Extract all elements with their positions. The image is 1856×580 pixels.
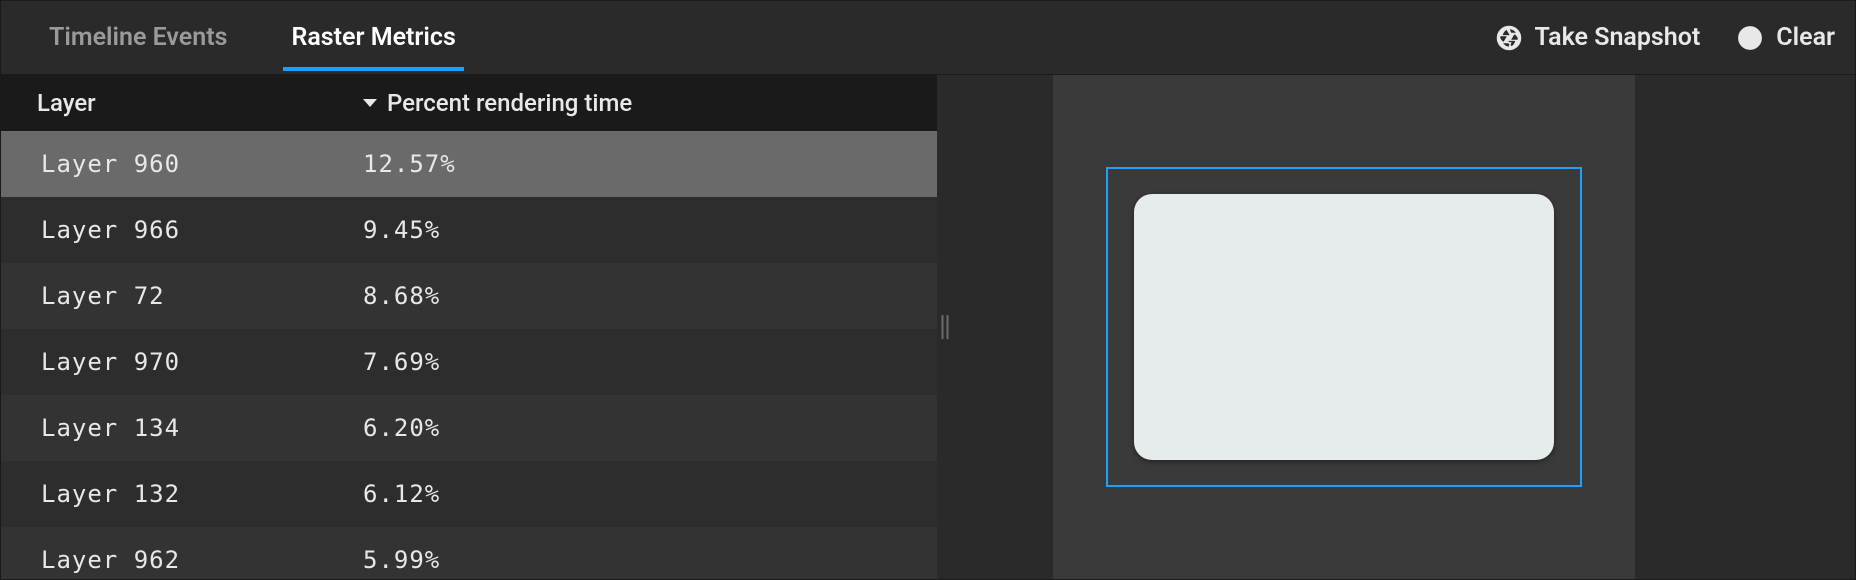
layer-outline: [1106, 167, 1582, 487]
cell-layer: Layer 962: [41, 546, 363, 574]
cell-percent: 5.99%: [363, 546, 440, 574]
table-row[interactable]: Layer 9625.99%: [1, 527, 937, 579]
layer-table-pane: Layer Percent rendering time Layer 96012…: [1, 75, 937, 579]
cell-layer: Layer 970: [41, 348, 363, 376]
take-snapshot-label: Take Snapshot: [1535, 23, 1701, 52]
table-header-row: Layer Percent rendering time: [1, 75, 937, 131]
camera-aperture-icon: [1495, 24, 1523, 52]
take-snapshot-button[interactable]: Take Snapshot: [1495, 23, 1701, 52]
tab-timeline-events[interactable]: Timeline Events: [41, 5, 235, 70]
cell-percent: 12.57%: [363, 150, 456, 178]
table-row[interactable]: Layer 728.68%: [1, 263, 937, 329]
cell-layer: Layer 966: [41, 216, 363, 244]
preview-canvas[interactable]: [1053, 75, 1635, 579]
pane-splitter[interactable]: [937, 75, 953, 579]
column-header-percent[interactable]: Percent rendering time: [363, 89, 632, 117]
table-row[interactable]: Layer 96012.57%: [1, 131, 937, 197]
column-header-percent-label: Percent rendering time: [387, 89, 632, 117]
cell-layer: Layer 132: [41, 480, 363, 508]
cell-percent: 6.20%: [363, 414, 440, 442]
cell-percent: 6.12%: [363, 480, 440, 508]
cell-percent: 9.45%: [363, 216, 440, 244]
clear-icon: [1736, 24, 1764, 52]
table-body[interactable]: Layer 96012.57%Layer 9669.45%Layer 728.6…: [1, 131, 937, 579]
table-row[interactable]: Layer 1326.12%: [1, 461, 937, 527]
tabs-group: Timeline Events Raster Metrics: [41, 5, 1495, 70]
table-row[interactable]: Layer 9707.69%: [1, 329, 937, 395]
table-row[interactable]: Layer 9669.45%: [1, 197, 937, 263]
tabbar: Timeline Events Raster Metrics Take Snap…: [1, 1, 1855, 75]
table-row[interactable]: Layer 1346.20%: [1, 395, 937, 461]
layer-preview-pane: [953, 75, 1855, 579]
cell-layer: Layer 960: [41, 150, 363, 178]
clear-button[interactable]: Clear: [1736, 23, 1835, 52]
cell-percent: 8.68%: [363, 282, 440, 310]
cell-percent: 7.69%: [363, 348, 440, 376]
content-area: Layer Percent rendering time Layer 96012…: [1, 75, 1855, 579]
layer-preview-content: [1134, 194, 1554, 460]
raster-metrics-panel: Timeline Events Raster Metrics Take Snap…: [0, 0, 1856, 580]
splitter-handle-icon: [942, 315, 949, 339]
chevron-down-icon: [363, 99, 377, 107]
cell-layer: Layer 134: [41, 414, 363, 442]
toolbar: Take Snapshot Clear: [1495, 23, 1835, 52]
column-header-layer[interactable]: Layer: [37, 89, 363, 117]
cell-layer: Layer 72: [41, 282, 363, 310]
tab-raster-metrics[interactable]: Raster Metrics: [283, 5, 463, 70]
clear-label: Clear: [1776, 23, 1835, 52]
